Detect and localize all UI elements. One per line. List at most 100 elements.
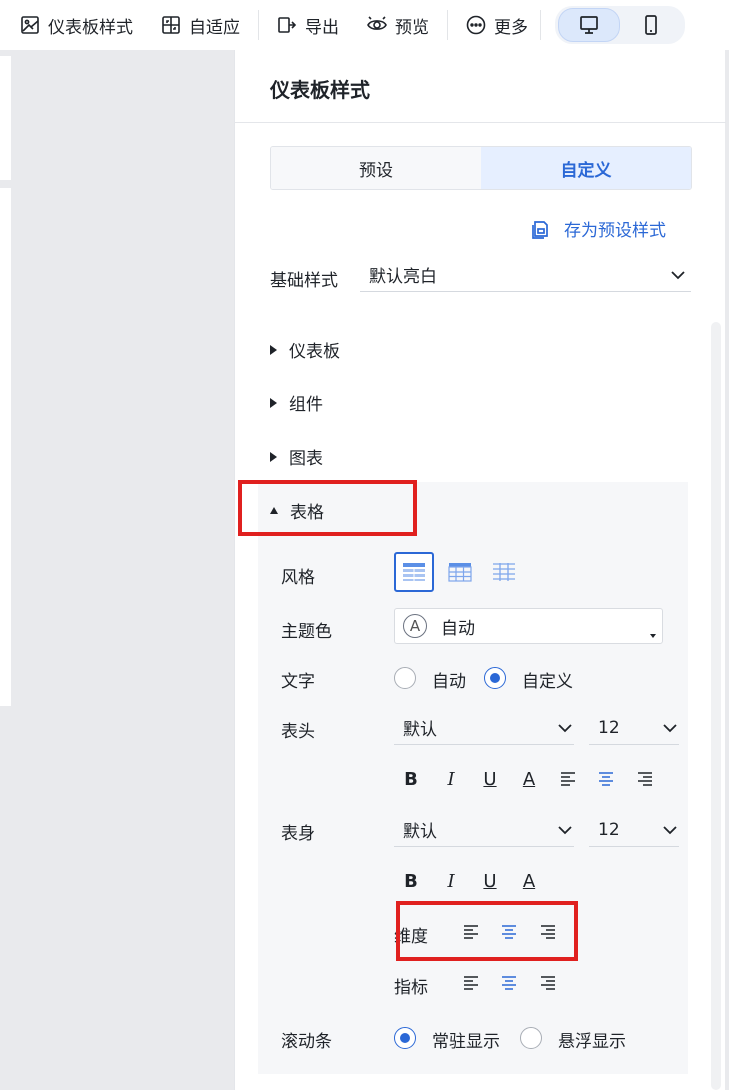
section-chart[interactable]: 图表	[270, 444, 323, 469]
align-center-icon	[502, 976, 516, 990]
scroll-always-label: 常驻显示	[432, 1032, 500, 1052]
metric-label: 指标	[394, 978, 428, 998]
table-style-lines-icon	[493, 563, 515, 581]
mobile-icon	[645, 15, 657, 35]
header-align-left-button[interactable]	[555, 766, 581, 792]
section-dashboard[interactable]: 仪表板	[270, 337, 340, 362]
section-chart-label: 图表	[289, 449, 323, 469]
text-custom-radio[interactable]	[484, 667, 506, 689]
tab-custom[interactable]: 自定义	[481, 147, 691, 189]
section-component[interactable]: 组件	[270, 390, 323, 415]
body-size-value: 12	[598, 819, 620, 840]
canvas-card	[0, 56, 11, 180]
scroll-always-radio[interactable]	[394, 1027, 416, 1049]
theme-color-value: 自动	[441, 618, 475, 639]
align-center-icon	[599, 772, 613, 786]
header-align-right-button[interactable]	[632, 766, 658, 792]
scroll-hover-label: 悬浮显示	[558, 1032, 626, 1052]
body-label: 表身	[281, 824, 315, 844]
dashboard-style-button[interactable]: 仪表板样式	[20, 0, 133, 50]
header-label: 表头	[281, 722, 315, 742]
dropdown-caret-icon	[650, 634, 656, 638]
more-button[interactable]: 更多	[466, 0, 528, 50]
panel-divider	[235, 122, 726, 123]
body-size-select[interactable]: 12	[589, 813, 679, 847]
table-style-option-1[interactable]	[394, 552, 434, 592]
base-style-select[interactable]: 默认亮白	[360, 258, 691, 292]
device-switch	[555, 6, 685, 44]
body-bold-button[interactable]: B	[398, 868, 424, 894]
save-preset-button[interactable]: 存为预设样式	[530, 216, 666, 241]
body-italic-button[interactable]: I	[438, 868, 464, 894]
save-preset-icon	[532, 220, 548, 239]
header-italic-button[interactable]: I	[438, 766, 464, 792]
text-auto-label: 自动	[432, 672, 466, 692]
highlight-box-table-section	[238, 480, 417, 536]
section-component-label: 组件	[289, 395, 323, 415]
base-style-value: 默认亮白	[369, 267, 437, 287]
table-style-option-3[interactable]	[484, 552, 524, 592]
export-button[interactable]: 导出	[277, 0, 339, 50]
adaptive-icon	[162, 16, 180, 34]
header-font-select[interactable]: 默认	[394, 711, 574, 745]
chevron-down-icon	[663, 723, 677, 732]
body-font-color-button[interactable]: A	[516, 868, 542, 894]
more-icon	[466, 15, 486, 35]
text-auto-radio[interactable]	[394, 667, 416, 689]
body-font-select[interactable]: 默认	[394, 813, 574, 847]
metric-align-center-button[interactable]	[496, 970, 522, 996]
preset-custom-tabs: 预设 自定义	[270, 146, 692, 190]
toolbar-divider	[540, 10, 541, 40]
header-font-color-button[interactable]: A	[516, 766, 542, 792]
image-style-icon	[21, 16, 39, 34]
caret-right-icon	[270, 344, 277, 355]
caret-right-icon	[270, 397, 277, 408]
export-icon	[278, 17, 297, 33]
toolbar-divider	[447, 10, 448, 40]
header-bold-button[interactable]: B	[398, 766, 424, 792]
tab-preset[interactable]: 预设	[271, 147, 481, 189]
chevron-down-icon	[663, 825, 677, 834]
metric-align-left-button[interactable]	[458, 970, 484, 996]
section-dashboard-label: 仪表板	[289, 342, 340, 362]
header-align-center-button[interactable]	[593, 766, 619, 792]
header-size-select[interactable]: 12	[589, 711, 679, 745]
top-toolbar: 仪表板样式 自适应 导出 预览 更多	[0, 0, 729, 50]
save-preset-label: 存为预设样式	[564, 221, 666, 241]
body-font-value: 默认	[403, 822, 437, 842]
header-size-value: 12	[598, 717, 620, 738]
chevron-down-icon	[558, 825, 572, 834]
body-underline-button[interactable]: U	[477, 868, 503, 894]
scroll-hover-radio[interactable]	[520, 1027, 542, 1049]
caret-right-icon	[270, 451, 277, 462]
table-style-option-2[interactable]	[440, 552, 480, 592]
base-style-label: 基础样式	[270, 271, 338, 291]
toolbar-divider	[258, 10, 259, 40]
preview-button[interactable]: 预览	[367, 0, 429, 50]
desktop-view-button[interactable]	[558, 8, 620, 42]
header-underline-button[interactable]: U	[477, 766, 503, 792]
align-right-icon	[541, 976, 555, 990]
auto-color-icon: A	[403, 614, 427, 638]
export-label: 导出	[305, 17, 339, 38]
theme-color-select[interactable]: A 自动	[394, 608, 663, 644]
mobile-view-button[interactable]	[620, 8, 682, 42]
adaptive-button[interactable]: 自适应	[161, 0, 240, 50]
more-label: 更多	[494, 17, 528, 38]
chevron-down-icon	[558, 723, 572, 732]
table-style-striped-icon	[403, 563, 425, 581]
panel-title: 仪表板样式	[270, 78, 370, 102]
preview-eye-icon	[367, 16, 387, 30]
scrollbar-label: 滚动条	[281, 1032, 332, 1052]
dashboard-style-label: 仪表板样式	[48, 17, 133, 38]
align-left-icon	[464, 976, 478, 990]
adaptive-label: 自适应	[189, 17, 240, 38]
desktop-icon	[580, 16, 598, 34]
align-left-icon	[561, 772, 575, 786]
panel-scrollbar[interactable]	[711, 322, 721, 1090]
header-font-value: 默认	[403, 720, 437, 740]
metric-align-right-button[interactable]	[535, 970, 561, 996]
highlight-box-dimension-row	[396, 901, 578, 961]
preview-label: 预览	[395, 17, 429, 38]
text-label: 文字	[281, 672, 315, 692]
